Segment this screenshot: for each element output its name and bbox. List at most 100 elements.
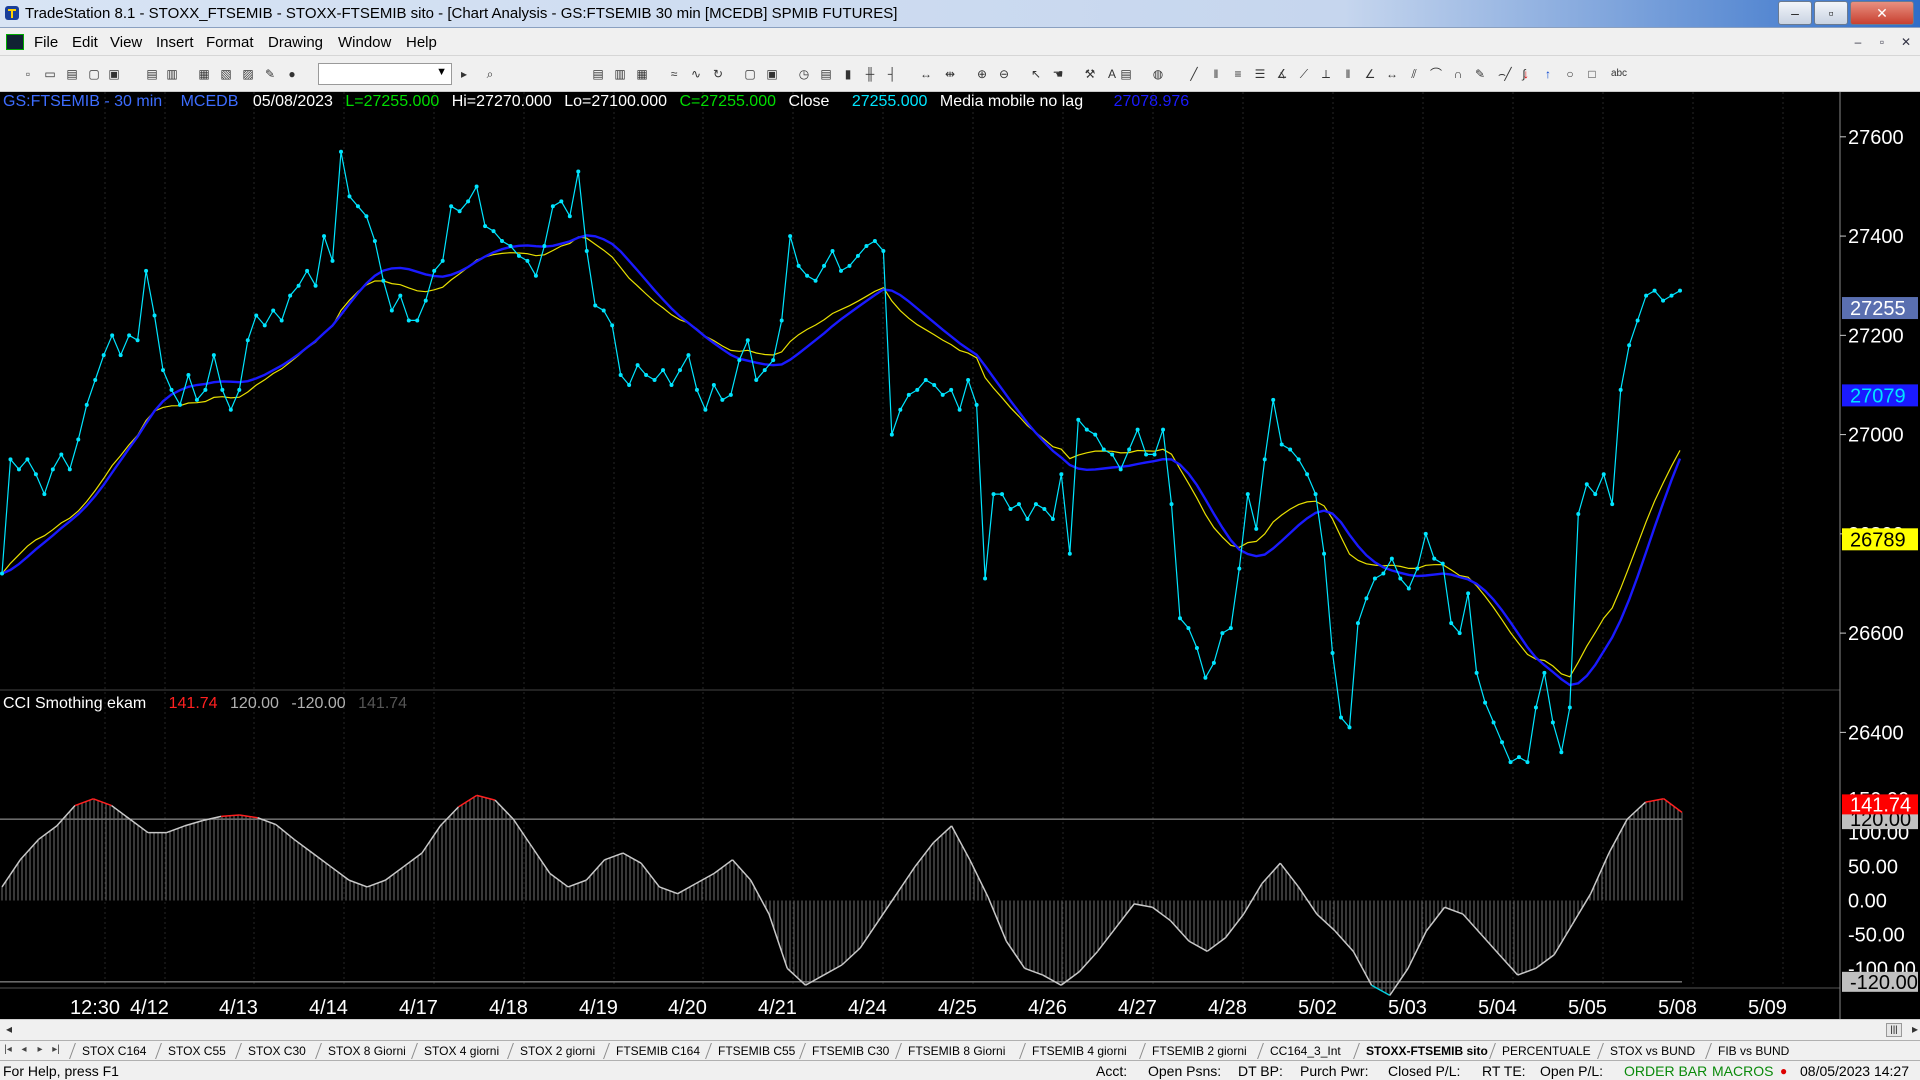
price-chart[interactable]: 12:30 4/12 4/13 4/14 4/17 4/18 4/19 4/20 4/21 4/2… [0, 92, 1920, 1019]
wave-icon[interactable]: ∿ [688, 66, 704, 82]
tab-stox-c55[interactable]: STOX C55 [168, 1042, 226, 1060]
mdi-minimize-button[interactable]: – [1848, 33, 1868, 51]
horizontal-lines-icon[interactable]: ≡ [1230, 66, 1246, 82]
tab-ftsemib-c30[interactable]: FTSEMIB C30 [812, 1042, 889, 1060]
arc-icon[interactable]: ⌒ [1428, 66, 1444, 82]
scroll-thumb[interactable]: ||| [1886, 1023, 1902, 1037]
format-symbol-icon[interactable]: ▦ [634, 66, 650, 82]
hammer-icon[interactable]: ⚒ [1082, 66, 1098, 82]
speed-line-icon[interactable]: ⟋ [1296, 66, 1312, 82]
tab-ftsemib-c164[interactable]: FTSEMIB C164 [616, 1042, 700, 1060]
insert-strategy-icon[interactable]: ▥ [612, 66, 628, 82]
tab-stox-2-giorni[interactable]: STOX 2 giorni [520, 1042, 595, 1060]
print-preview-icon[interactable]: ▤ [144, 66, 160, 82]
menu-format[interactable]: Format [206, 34, 254, 51]
tab-stox-c164[interactable]: STOX C164 [82, 1042, 146, 1060]
scroll-left-icon[interactable]: ◂ [6, 1022, 12, 1036]
channel-icon[interactable]: ☰ [1252, 66, 1268, 82]
zoom-in-icon[interactable]: ⊕ [974, 66, 990, 82]
tab-ftsemib-4-giorni[interactable]: FTSEMIB 4 giorni [1032, 1042, 1127, 1060]
pencil-icon[interactable]: ✎ [1472, 66, 1488, 82]
tab-ftsemib-8-giorni[interactable]: FTSEMIB 8 Giorni [908, 1042, 1005, 1060]
tab-stox-8-giorni[interactable]: STOX 8 Giorni [328, 1042, 406, 1060]
open-workspace-icon[interactable]: ▤ [64, 66, 80, 82]
tab-stoxx-ftsemib-sito[interactable]: STOXX-FTSEMIB sito [1366, 1042, 1488, 1060]
tab-stox-vs-bund[interactable]: STOX vs BUND [1610, 1042, 1695, 1060]
order-bar-button[interactable]: ORDER BAR [1624, 1063, 1707, 1079]
horizontal-arrow-icon[interactable]: ↔ [1384, 66, 1400, 82]
tab-prev-icon[interactable]: ◂ [18, 1044, 30, 1055]
lock-icon[interactable]: ▨ [240, 66, 256, 82]
order-entry-icon[interactable]: ▤ [1118, 66, 1134, 82]
menu-view[interactable]: View [110, 34, 142, 51]
play-arrow-icon[interactable]: ▸ [456, 66, 472, 82]
data-window-icon[interactable]: ▤ [818, 66, 834, 82]
menu-insert[interactable]: Insert [156, 34, 194, 51]
parallel-lines-icon[interactable]: ⫽ [1406, 66, 1422, 82]
horizontal-scrollbar[interactable]: ◂ ||| ▸ [0, 1019, 1920, 1040]
menu-edit[interactable]: Edit [72, 34, 98, 51]
tab-stox-4-giorni[interactable]: STOX 4 giorni [424, 1042, 499, 1060]
macros-button[interactable]: MACROS [1712, 1063, 1773, 1079]
mdi-close-button[interactable]: ✕ [1896, 33, 1916, 51]
close-button[interactable]: ✕ [1850, 1, 1914, 25]
up-arrow-icon[interactable]: ↑ [1540, 66, 1556, 82]
tools-icon[interactable]: ✎ [262, 66, 278, 82]
bar-chart-icon[interactable]: ╫ [862, 66, 878, 82]
magnifier-icon[interactable]: ⌕ [482, 66, 498, 82]
tab-fib-vs-bund[interactable]: FIB vs BUND [1718, 1042, 1789, 1060]
text-label-icon[interactable]: abc [1608, 66, 1630, 82]
chart-window-icon-2[interactable]: ▣ [764, 66, 780, 82]
chart-analysis-window[interactable]: 12:30 4/12 4/13 4/14 4/17 4/18 4/19 4/20 4/21 4/2… [0, 92, 1920, 1026]
time-zones-icon[interactable]: ‖ [1340, 66, 1356, 82]
scroll-right-icon[interactable]: ▸ [1912, 1022, 1918, 1036]
open-folder-icon[interactable]: ▭ [42, 66, 58, 82]
fibonacci-icon[interactable]: ∡ [1274, 66, 1290, 82]
window-icon[interactable]: ▢ [742, 66, 758, 82]
menu-help[interactable]: Help [406, 34, 437, 51]
bar-style-icon[interactable]: ≈ [666, 66, 682, 82]
print-icon[interactable]: ▥ [164, 66, 180, 82]
zoom-out-icon[interactable]: ⊖ [996, 66, 1012, 82]
tab-ftsemib-c55[interactable]: FTSEMIB C55 [718, 1042, 795, 1060]
menu-drawing[interactable]: Drawing [268, 34, 323, 51]
trendline-icon[interactable]: ╱ [1186, 66, 1202, 82]
ellipse-icon[interactable]: ○ [1562, 66, 1578, 82]
line-tool-icon[interactable]: ╱ [1500, 66, 1516, 82]
new-file-icon[interactable]: ▫ [20, 66, 36, 82]
new-window-icon[interactable]: ▢ [86, 66, 102, 82]
refresh-icon[interactable]: ▦ [196, 66, 212, 82]
tab-last-icon[interactable]: ▸| [50, 1044, 62, 1055]
cycles-icon[interactable]: ∩ [1450, 66, 1466, 82]
tab-stox-c30[interactable]: STOX C30 [248, 1042, 306, 1060]
alert-icon[interactable]: ◍ [1150, 66, 1166, 82]
pointer-icon[interactable]: ↖ [1028, 66, 1044, 82]
minimize-button[interactable]: – [1778, 1, 1812, 25]
menu-window[interactable]: Window [338, 34, 391, 51]
link-icon[interactable]: ▧ [218, 66, 234, 82]
compress-horizontal-icon[interactable]: ⇹ [942, 66, 958, 82]
mdi-restore-button[interactable]: ▫ [1872, 33, 1892, 51]
save-icon[interactable]: ▣ [106, 66, 122, 82]
hand-icon[interactable]: ☚ [1050, 66, 1066, 82]
candlestick-icon[interactable]: ▮ [840, 66, 856, 82]
tab-next-icon[interactable]: ▸ [34, 1044, 46, 1055]
tab-cc164-3-int[interactable]: CC164_3_Int [1270, 1042, 1341, 1060]
maximize-button[interactable]: ▫ [1814, 1, 1848, 25]
ohlc-icon[interactable]: ┤ [884, 66, 900, 82]
expand-horizontal-icon[interactable]: ↔ [918, 66, 934, 82]
gann-fan-icon[interactable]: ⟂ [1318, 66, 1334, 82]
chart-window-icon[interactable] [6, 34, 24, 50]
symbol-dropdown[interactable]: ▼ [318, 63, 452, 85]
tab-percentuale[interactable]: PERCENTUALE [1502, 1042, 1591, 1060]
time-icon[interactable]: ◷ [796, 66, 812, 82]
refresh-data-icon[interactable]: ↻ [710, 66, 726, 82]
down-arrow-icon[interactable]: ↓ [1518, 66, 1534, 82]
menu-file[interactable]: File [34, 34, 58, 51]
angle-icon[interactable]: ∠ [1362, 66, 1378, 82]
vertical-lines-icon[interactable]: ‖ [1208, 66, 1224, 82]
rectangle-icon[interactable]: □ [1584, 66, 1600, 82]
insert-indicator-icon[interactable]: ▤ [590, 66, 606, 82]
color-palette-icon[interactable]: ● [284, 66, 300, 82]
tab-first-icon[interactable]: |◂ [2, 1044, 14, 1055]
